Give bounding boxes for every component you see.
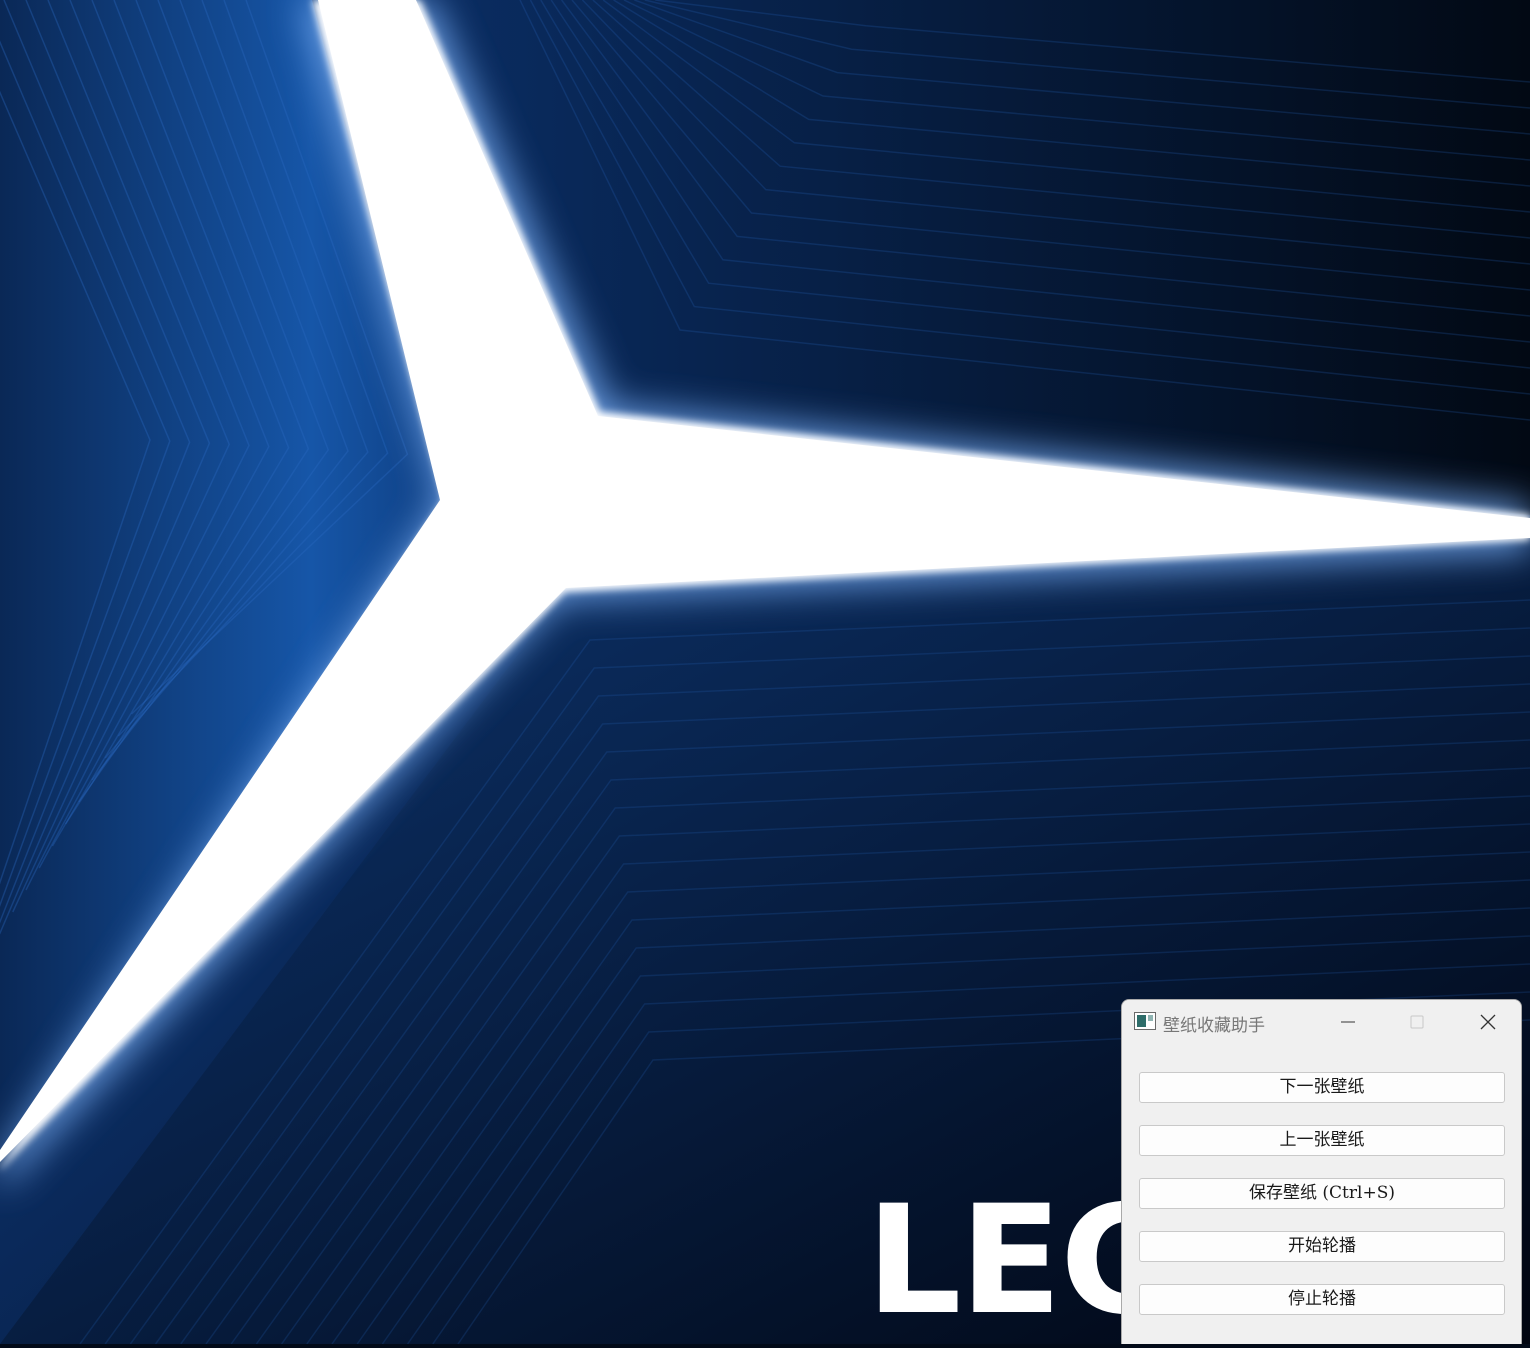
close-icon [1480, 1014, 1496, 1030]
minimize-button[interactable] [1325, 1000, 1371, 1044]
image-icon [1134, 1012, 1156, 1030]
save-wallpaper-button[interactable]: 保存壁纸 (Ctrl+S) [1139, 1178, 1505, 1209]
stop-slideshow-button[interactable]: 停止轮播 [1139, 1284, 1505, 1315]
title-bar[interactable]: 壁纸收藏助手 [1122, 1000, 1521, 1044]
start-slideshow-button[interactable]: 开始轮播 [1139, 1231, 1505, 1262]
maximize-button[interactable] [1394, 1000, 1440, 1044]
close-button[interactable] [1465, 1000, 1511, 1044]
maximize-icon [1410, 1015, 1424, 1029]
next-wallpaper-button[interactable]: 下一张壁纸 [1139, 1072, 1505, 1103]
action-buttons: 下一张壁纸 上一张壁纸 保存壁纸 (Ctrl+S) 开始轮播 停止轮播 [1139, 1072, 1505, 1337]
previous-wallpaper-button[interactable]: 上一张壁纸 [1139, 1125, 1505, 1156]
wallpaper-helper-window: 壁纸收藏助手 下一张壁纸 上一张壁纸 保存壁纸 (Ctrl+S) 开始轮播 停止… [1121, 999, 1522, 1344]
minimize-icon [1341, 1021, 1355, 1023]
window-title: 壁纸收藏助手 [1163, 1016, 1265, 1036]
